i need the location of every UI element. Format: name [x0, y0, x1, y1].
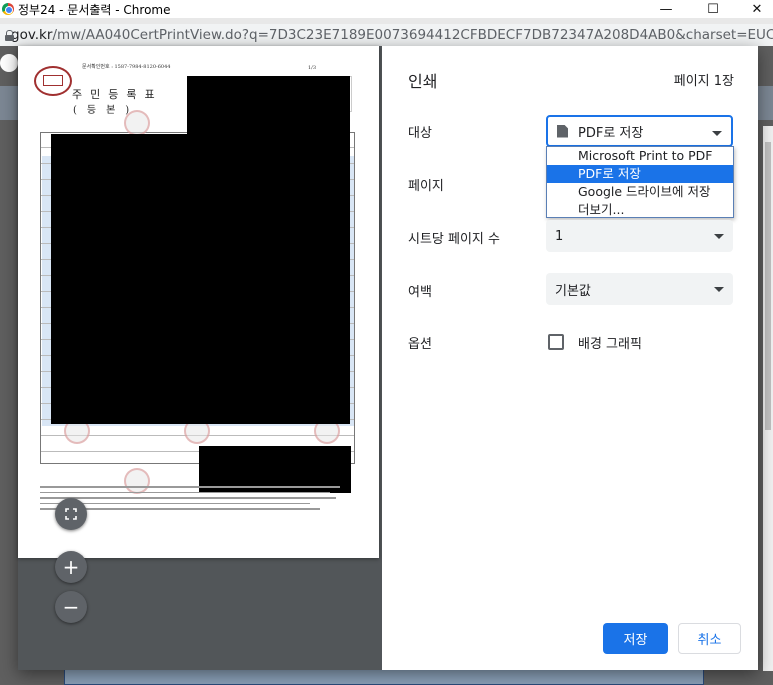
dropdown-option-save-as-pdf[interactable]: PDF로 저장 [547, 165, 733, 183]
watermark-mark [124, 110, 150, 136]
page-count: 페이지 1장 [673, 74, 734, 89]
redaction-block [51, 134, 350, 424]
fit-to-page-button[interactable] [55, 498, 87, 530]
chrome-icon [2, 3, 14, 15]
cancel-button[interactable]: 취소 [678, 623, 741, 654]
destination-value: PDF로 저장 [578, 125, 644, 141]
url-path: /mw/AA040CertPrintView.do?q=7D3C23E7189E… [52, 27, 773, 43]
minimize-button[interactable]: — [647, 0, 685, 18]
background-graphics-label[interactable]: 배경 그래픽 [578, 333, 642, 352]
pages-per-sheet-value: 1 [555, 228, 564, 244]
close-window-button[interactable]: ✕ [738, 0, 773, 18]
zoom-out-button[interactable]: − [55, 591, 87, 623]
destination-dropdown[interactable]: Microsoft Print to PDF PDF로 저장 Google 드라… [546, 146, 734, 218]
chevron-down-icon [714, 234, 724, 239]
doc-page-marker: 1/3 [308, 65, 317, 71]
maximize-button[interactable]: ☐ [694, 0, 732, 18]
destination-label: 대상 [408, 126, 432, 141]
doc-footnotes [40, 486, 350, 526]
page-scrollbar-thumb[interactable] [765, 142, 771, 430]
print-preview-area: 문서확인번호 : 1587-7984-8120-6044 1/3 주민등록표 (… [18, 46, 382, 670]
window-titlebar: 정부24 - 문서출력 - Chrome — ☐ ✕ [0, 0, 773, 18]
chevron-down-icon [714, 287, 724, 292]
redaction-block [187, 76, 350, 134]
chevron-down-icon [712, 131, 722, 136]
print-dialog: 문서확인번호 : 1587-7984-8120-6044 1/3 주민등록표 (… [18, 46, 758, 670]
dropdown-option-google-drive[interactable]: Google 드라이브에 저장 [547, 183, 733, 201]
dropdown-option-more[interactable]: 더보기... [547, 201, 733, 219]
margins-label: 여백 [408, 285, 432, 300]
site-logo [0, 54, 18, 72]
pdf-file-icon [557, 124, 568, 138]
preview-page: 문서확인번호 : 1587-7984-8120-6044 1/3 주민등록표 (… [18, 46, 379, 558]
margins-select[interactable]: 기본값 [546, 273, 733, 305]
dropdown-option-microsoft-print-to-pdf[interactable]: Microsoft Print to PDF [547, 147, 733, 165]
save-button[interactable]: 저장 [603, 623, 668, 654]
doc-title: 주민등록표 [72, 88, 163, 101]
zoom-in-button[interactable]: + [55, 551, 87, 583]
url-host: gov.kr [11, 27, 53, 43]
background-graphics-checkbox[interactable] [548, 334, 564, 350]
address-bar[interactable]: gov.kr /mw/AA040CertPrintView.do?q=7D3C2… [0, 24, 773, 46]
print-settings-panel: 인쇄 페이지 1장 대상 PDF로 저장 Microsoft Print to … [382, 46, 758, 670]
pages-per-sheet-select[interactable]: 1 [546, 220, 733, 252]
window-title: 정부24 - 문서출력 - Chrome [18, 2, 171, 17]
fit-to-page-icon [65, 508, 77, 520]
destination-select[interactable]: PDF로 저장 [546, 115, 733, 147]
government-seal [34, 66, 72, 96]
margins-value: 기본값 [555, 283, 591, 299]
pages-label: 페이지 [408, 179, 444, 194]
pages-per-sheet-label: 시트당 페이지 수 [408, 232, 500, 247]
doc-confirmation-number: 문서확인번호 : 1587-7984-8120-6044 [82, 64, 171, 70]
options-label: 옵션 [408, 337, 432, 352]
dialog-title: 인쇄 [408, 72, 438, 91]
